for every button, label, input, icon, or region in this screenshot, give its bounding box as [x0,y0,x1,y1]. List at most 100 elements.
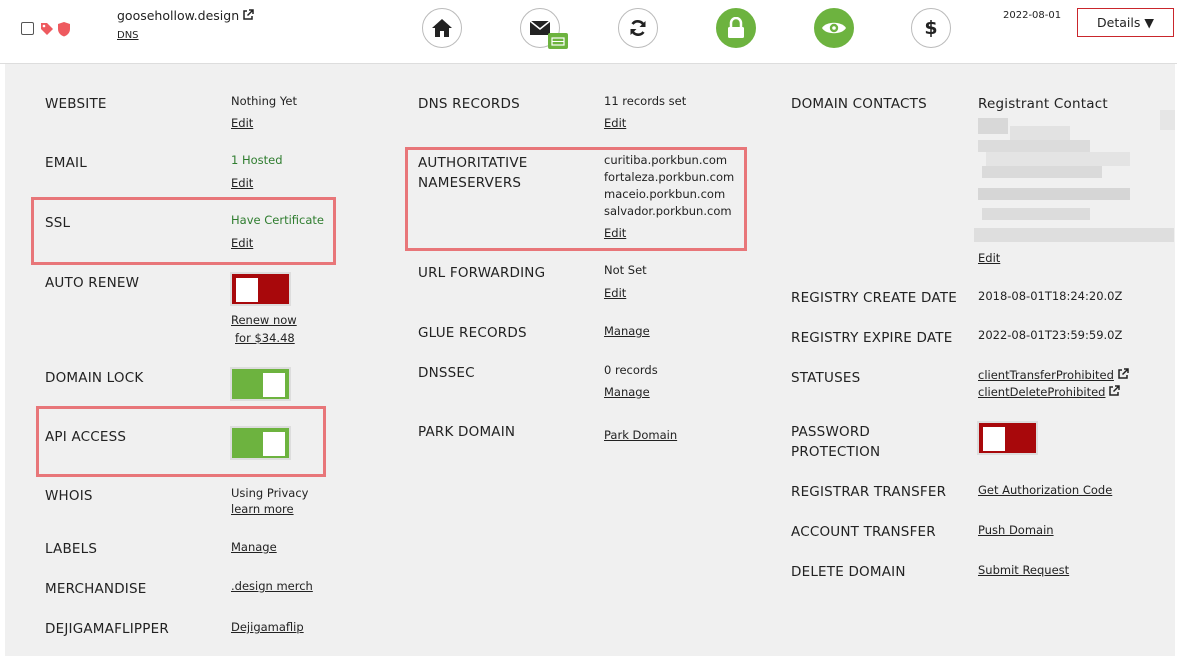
auto-renew-label: AUTO RENEW [45,275,140,291]
eye-icon [822,22,846,34]
redacted-contact-block [982,208,1090,220]
statuses-label: STATUSES [791,370,861,386]
status-link[interactable]: clientTransferProhibited [978,367,1129,384]
nameserver-item: salvador.porkbun.com [604,204,732,218]
website-label: WEBSITE [45,96,107,112]
registry-create-label: REGISTRY CREATE DATE [791,290,957,306]
dnssec-value: 0 records [604,363,658,377]
password-protection-label-line1: PASSWORD [791,424,871,440]
select-domain-checkbox[interactable] [21,22,34,35]
ssl-edit-link[interactable]: Edit [231,235,253,252]
website-value: Nothing Yet [231,94,297,108]
redacted-contact-block [982,166,1102,178]
dnssec-manage-link[interactable]: Manage [604,384,650,401]
park-domain-link[interactable]: Park Domain [604,427,677,444]
nameservers-label-line2: NAMESERVERS [418,175,522,191]
status-link[interactable]: clientDeleteProhibited [978,384,1121,401]
url-forwarding-edit-link[interactable]: Edit [604,285,626,302]
merchandise-link[interactable]: .design merch [231,578,313,595]
expiry-date: 2022-08-01 [1003,10,1062,21]
home-button[interactable] [422,8,462,48]
dollar-icon: $ [924,17,937,39]
domain-name-text[interactable]: goosehollow.design [117,8,239,23]
glue-records-label: GLUE RECORDS [418,325,527,341]
labels-manage-link[interactable]: Manage [231,539,277,556]
toggle-knob [263,373,285,397]
registry-expire-label: REGISTRY EXPIRE DATE [791,330,953,346]
domain-lock-toggle[interactable] [230,367,291,401]
get-auth-code-link[interactable]: Get Authorization Code [978,482,1112,499]
nameserver-item: maceio.porkbun.com [604,187,726,201]
dns-records-edit-link[interactable]: Edit [604,115,626,132]
password-protection-label-line2: PROTECTION [791,444,881,460]
api-access-label: API ACCESS [45,429,127,445]
dnssec-label: DNSSEC [418,365,475,381]
dejigamaflipper-label: DEJIGAMAFLIPPER [45,621,169,637]
contacts-edit-link[interactable]: Edit [978,250,1000,267]
toggle-knob [263,432,285,456]
redacted-contact-block [978,118,1008,134]
domain-contacts-label: DOMAIN CONTACTS [791,96,927,112]
external-link-icon[interactable] [1108,385,1121,397]
nameserver-item: fortaleza.porkbun.com [604,170,735,184]
registrant-contact-heading: Registrant Contact [978,96,1108,112]
renew-price-link[interactable]: for $34.48 [235,330,295,347]
lock-icon [728,17,744,38]
email-edit-link[interactable]: Edit [231,175,253,192]
glue-records-manage-link[interactable]: Manage [604,323,650,340]
ssl-label: SSL [45,215,71,231]
ssl-value: Have Certificate [231,213,324,227]
api-access-toggle[interactable] [230,426,291,460]
refresh-button[interactable] [618,8,658,48]
billing-button[interactable]: $ [911,8,951,48]
dns-records-label: DNS RECORDS [418,96,520,112]
privacy-eye-button[interactable] [814,8,854,48]
redacted-contact-block [986,152,1130,166]
toggle-knob [983,427,1005,451]
registry-create-value: 2018-08-01T18:24:20.0Z [978,289,1123,303]
status-link-text[interactable]: clientTransferProhibited [978,368,1114,382]
domain-header-bar: goosehollow.design DNS $ 2022-08-01 Deta… [0,0,1177,64]
whois-label: WHOIS [45,488,93,504]
website-edit-link[interactable]: Edit [231,115,253,132]
dns-records-value: 11 records set [604,94,687,108]
park-domain-label: PARK DOMAIN [418,424,516,440]
dns-link[interactable]: DNS [117,30,139,41]
redacted-contact-block [978,188,1130,200]
external-link-icon[interactable] [1117,368,1129,380]
url-forwarding-label: URL FORWARDING [418,265,546,281]
registry-expire-value: 2022-08-01T23:59:59.0Z [978,328,1123,342]
redacted-contact-block [978,140,1090,152]
external-link-icon[interactable] [242,9,254,21]
domain-lock-label: DOMAIN LOCK [45,370,144,386]
email-hosted-badge-icon [548,33,568,49]
details-button[interactable]: Details ▼ [1077,8,1174,37]
registrar-transfer-label: REGISTRAR TRANSFER [791,484,947,500]
renew-now-link[interactable]: Renew now [231,312,297,329]
account-transfer-label: ACCOUNT TRANSFER [791,524,936,540]
nameservers-label-line1: AUTHORITATIVE [418,155,528,171]
status-link-text[interactable]: clientDeleteProhibited [978,385,1105,399]
shield-icon[interactable] [56,21,72,37]
email-value: 1 Hosted [231,153,283,167]
ssl-lock-button[interactable] [716,8,756,48]
redacted-contact-block [1010,126,1070,140]
push-domain-link[interactable]: Push Domain [978,522,1054,539]
redacted-contact-block [974,228,1174,242]
toggle-knob [236,278,258,302]
tag-icon[interactable] [40,22,54,36]
password-protection-toggle[interactable] [977,421,1038,455]
submit-request-link[interactable]: Submit Request [978,562,1069,579]
home-icon [432,19,452,37]
nameservers-edit-link[interactable]: Edit [604,225,626,242]
auto-renew-toggle[interactable] [230,272,291,306]
svg-text:$: $ [924,17,937,39]
refresh-icon [630,20,646,36]
url-forwarding-value: Not Set [604,263,647,277]
domain-name[interactable]: goosehollow.design [117,8,254,23]
redacted-contact-block [1160,110,1175,130]
whois-value: Using Privacy [231,486,309,500]
whois-learn-more-link[interactable]: learn more [231,501,294,518]
email-label: EMAIL [45,155,87,171]
dejigamaflipper-link[interactable]: Dejigamaflip [231,619,304,636]
